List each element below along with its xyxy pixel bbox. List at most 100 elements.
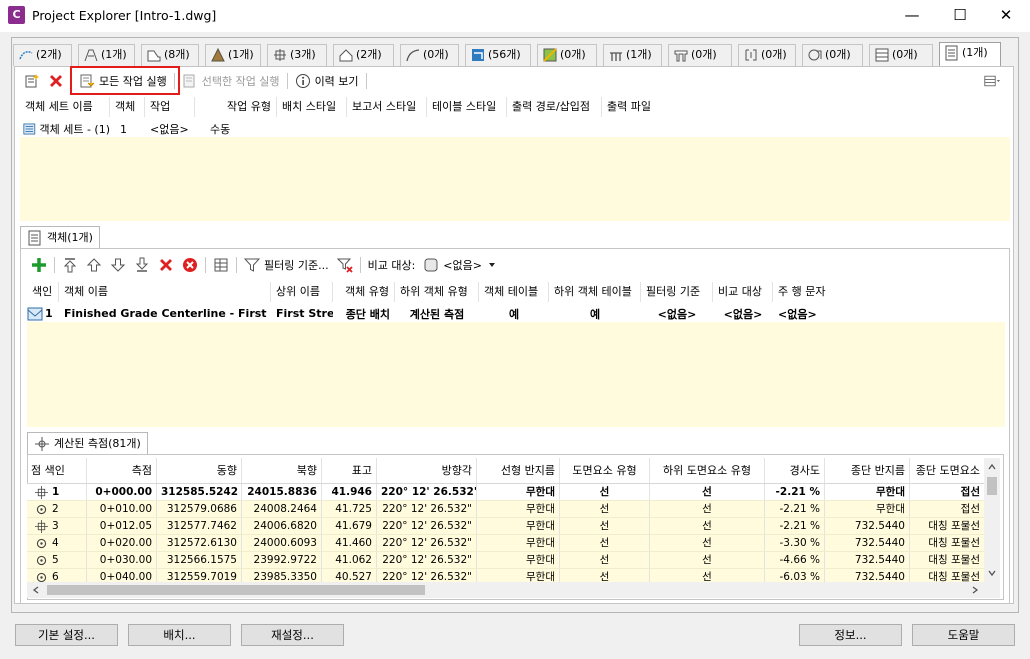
object-set-row[interactable]: 객체 세트 - (1) 1 <없음> 수동 — [20, 121, 1010, 137]
col-sub-object-table[interactable]: 하위 객체 테이블 — [549, 282, 641, 302]
col-point-index[interactable]: 점 색인 — [27, 458, 87, 483]
col-set-name[interactable]: 객체 세트 이름 — [20, 97, 110, 117]
col-output-file[interactable]: 출력 파일 — [602, 97, 672, 117]
tab-alignment[interactable]: (2개) — [13, 44, 72, 66]
tab-count-label: (0개) — [825, 48, 851, 61]
filter-button[interactable]: 필터링 기준... — [240, 254, 333, 276]
object-row-table[interactable]: 예 — [479, 306, 549, 322]
col-grade[interactable]: 경사도 — [765, 458, 825, 483]
col-station[interactable]: 측점 — [87, 458, 157, 483]
section-icon — [472, 49, 484, 61]
station-row[interactable]: 5 0+030.00 312566.1575 23992.9722 41.062 220°… — [27, 552, 984, 569]
col-object-type[interactable]: 객체 유형 — [333, 282, 395, 302]
col-radius[interactable]: 선형 반지름 — [477, 458, 560, 483]
col-index[interactable]: 색인 — [27, 282, 59, 302]
tab-pipe[interactable]: (2개) — [333, 44, 394, 66]
compare-target-dropdown[interactable]: <없음> — [419, 254, 500, 276]
vertical-scroll-thumb[interactable] — [987, 477, 997, 495]
col-object-name[interactable]: 객체 이름 — [59, 282, 271, 302]
object-row-compare[interactable]: <없음> — [713, 306, 773, 322]
col-report-style[interactable]: 보고서 스타일 — [347, 97, 427, 117]
col-table-style[interactable]: 테이블 스타일 — [427, 97, 507, 117]
new-object-set-button[interactable] — [20, 70, 44, 92]
tab-computed-stations[interactable]: 계산된 측점(81개) — [27, 432, 148, 454]
move-down-button[interactable] — [106, 254, 130, 276]
station-row[interactable]: 3 0+012.05 312577.7462 24006.6820 41.679 220°… — [27, 518, 984, 535]
tab-bridge[interactable]: (1개) — [603, 44, 662, 66]
col-sub-object-type[interactable]: 하위 객체 유형 — [395, 282, 479, 302]
station-vertical-scrollbar[interactable] — [984, 458, 1000, 582]
scroll-down-icon[interactable] — [988, 569, 996, 577]
tab-profile[interactable]: (8개) — [141, 44, 199, 66]
col-object-table[interactable]: 객체 테이블 — [479, 282, 549, 302]
tab-surface[interactable]: (1개) — [205, 44, 261, 66]
table-settings-button[interactable] — [209, 254, 233, 276]
col-profile-element[interactable]: 종단 도면요소 — [910, 458, 984, 483]
horizontal-scroll-thumb[interactable] — [47, 585, 425, 595]
col-parent-name[interactable]: 상위 이름 — [271, 282, 333, 302]
object-row[interactable]: 1 Finished Grade Centerline - First Stre… — [27, 305, 1005, 322]
col-main-text[interactable]: 주 행 문자 — [773, 282, 843, 302]
maximize-button[interactable]: ☐ — [937, 0, 983, 32]
tab-parcel[interactable]: (0개) — [537, 44, 597, 66]
help-button[interactable]: 도움말 — [912, 624, 1015, 646]
tab-sample-line[interactable]: (0개) — [738, 44, 796, 66]
col-profile-radius[interactable]: 종단 반지름 — [825, 458, 910, 483]
object-row-filter[interactable]: <없음> — [641, 306, 713, 322]
col-element-type[interactable]: 도면요소 유형 — [560, 458, 650, 483]
tab-corridor[interactable]: (1개) — [78, 44, 135, 66]
scroll-right-icon[interactable] — [971, 586, 979, 594]
tab-structure[interactable]: (0개) — [668, 44, 732, 66]
remove-object-button[interactable] — [154, 254, 178, 276]
object-row-sub-table[interactable]: 예 — [549, 306, 641, 322]
bridge-icon — [610, 52, 622, 61]
col-task[interactable]: 작업 — [145, 97, 195, 117]
add-object-button[interactable] — [27, 254, 51, 276]
station-row[interactable]: 2 0+010.00 312579.0686 24008.2464 41.725 220°… — [27, 501, 984, 518]
tab-assembly[interactable]: (3개) — [267, 44, 327, 66]
object-row-main-text[interactable]: <없음> — [773, 306, 843, 322]
tab-view-frame[interactable]: (0개) — [802, 44, 863, 66]
station-station: 0+010.00 — [87, 501, 157, 517]
col-layout-style[interactable]: 배치 스타일 — [277, 97, 347, 117]
station-vradius: 무한대 — [825, 501, 910, 517]
col-compare[interactable]: 비교 대상 — [713, 282, 773, 302]
col-northing[interactable]: 북향 — [242, 458, 322, 483]
clear-filter-button[interactable] — [333, 254, 357, 276]
close-button[interactable]: ✕ — [983, 0, 1029, 32]
general-settings-button[interactable]: 기본 설정... — [15, 624, 118, 646]
move-top-button[interactable] — [58, 254, 82, 276]
station-horizontal-scrollbar[interactable] — [27, 582, 1000, 598]
run-selected-tasks-button[interactable]: 선택한 작업 실행 — [178, 70, 284, 92]
info-button[interactable]: 정보... — [799, 624, 902, 646]
col-sub-element-type[interactable]: 하위 도면요소 유형 — [650, 458, 765, 483]
col-output-path[interactable]: 출력 경로/삽입점 — [507, 97, 602, 117]
view-options-button[interactable] — [980, 70, 1004, 92]
move-up-button[interactable] — [82, 254, 106, 276]
col-elevation[interactable]: 표고 — [322, 458, 377, 483]
station-sub-elem: 선 — [650, 501, 765, 517]
station-row[interactable]: 6 0+040.00 312559.7019 23985.3350 40.527 220°… — [27, 569, 984, 582]
col-bearing[interactable]: 방향각 — [377, 458, 477, 483]
view-history-button[interactable]: 이력 보기 — [291, 70, 363, 92]
scroll-up-icon[interactable] — [988, 463, 996, 471]
scroll-left-icon[interactable] — [32, 586, 40, 594]
col-easting[interactable]: 동향 — [157, 458, 242, 483]
reset-button[interactable]: 재설정... — [241, 624, 344, 646]
station-row[interactable]: 1 0+000.00 312585.5242 24015.8836 41.946 220°… — [27, 484, 984, 501]
layout-button[interactable]: 배치... — [128, 624, 231, 646]
tab-report[interactable]: (1개) — [939, 42, 1001, 67]
tab-section[interactable]: (56개) — [465, 44, 531, 66]
col-object[interactable]: 객체 — [110, 97, 145, 117]
col-task-type[interactable]: 작업 유형 — [195, 97, 277, 117]
tab-objects[interactable]: 객체(1개) — [20, 226, 100, 248]
delete-object-set-button[interactable] — [44, 70, 68, 92]
tab-feature-line[interactable]: (0개) — [400, 44, 459, 66]
col-filter[interactable]: 필터링 기준 — [641, 282, 713, 302]
move-bottom-button[interactable] — [130, 254, 154, 276]
station-bearing: 220° 12' 26.532" — [377, 501, 477, 517]
minimize-button[interactable]: — — [889, 0, 935, 32]
clear-objects-button[interactable] — [178, 254, 202, 276]
tab-table[interactable]: (0개) — [869, 44, 933, 66]
station-row[interactable]: 4 0+020.00 312572.6130 24000.6093 41.460 220°… — [27, 535, 984, 552]
